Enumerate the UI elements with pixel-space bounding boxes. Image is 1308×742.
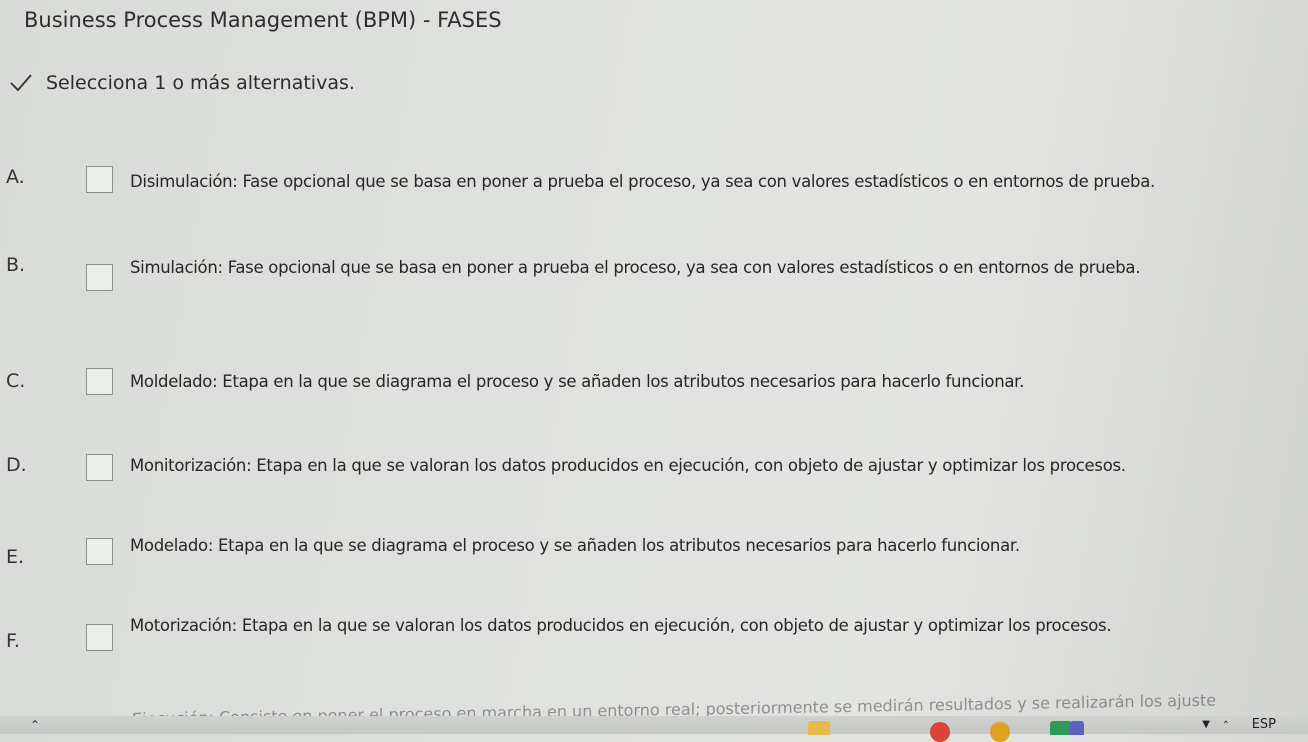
option-a: A. Disimulación: Fase opcional que se ba… bbox=[0, 160, 1308, 220]
option-letter: D. bbox=[6, 454, 27, 476]
option-e: E. Modelado: Etapa en la que se diagrama… bbox=[0, 534, 1308, 594]
option-letter: F. bbox=[6, 630, 20, 652]
option-a-checkbox[interactable] bbox=[86, 166, 113, 193]
option-b-text: Simulación: Fase opcional que se basa en… bbox=[130, 258, 1141, 277]
option-d-text: Monitorización: Etapa en la que se valor… bbox=[130, 456, 1126, 475]
option-c-text: Moldelado: Etapa en la que se diagrama e… bbox=[130, 372, 1025, 391]
option-a-text: Disimulación: Fase opcional que se basa … bbox=[130, 172, 1155, 191]
wifi-icon[interactable]: ▼ bbox=[1202, 719, 1210, 730]
option-letter: B. bbox=[6, 254, 26, 276]
chrome-icon[interactable] bbox=[930, 722, 950, 742]
checkmark-icon bbox=[8, 72, 34, 94]
option-f-checkbox[interactable] bbox=[86, 624, 113, 651]
instruction-text: Selecciona 1 o más alternativas. bbox=[46, 72, 355, 94]
app-green-icon[interactable] bbox=[1050, 721, 1072, 735]
option-letter: A. bbox=[6, 166, 25, 188]
option-c: C. Moldelado: Etapa en la que se diagram… bbox=[0, 366, 1308, 426]
file-explorer-icon[interactable] bbox=[808, 721, 830, 735]
taskbar: ⌃ ▼ ⌃ ESP bbox=[0, 716, 1308, 742]
language-indicator[interactable]: ESP bbox=[1252, 717, 1276, 732]
chevron-up-icon[interactable]: ⌃ bbox=[1222, 720, 1230, 731]
option-f-text: Motorización: Etapa en la que se valoran… bbox=[130, 616, 1112, 635]
page-title: Business Process Management (BPM) - FASE… bbox=[24, 8, 502, 32]
option-d: D. Monitorización: Etapa en la que se va… bbox=[0, 452, 1308, 512]
option-b: B. Simulación: Fase opcional que se basa… bbox=[0, 250, 1308, 310]
option-c-checkbox[interactable] bbox=[86, 368, 113, 395]
option-e-text: Modelado: Etapa en la que se diagrama el… bbox=[130, 536, 1020, 555]
instruction-row: Selecciona 1 o más alternativas. bbox=[8, 72, 355, 94]
windows-start-icon[interactable]: ⌃ bbox=[30, 718, 40, 732]
option-letter: C. bbox=[6, 370, 26, 392]
option-b-checkbox[interactable] bbox=[86, 264, 113, 291]
chrome-icon-2[interactable] bbox=[990, 722, 1010, 742]
option-e-checkbox[interactable] bbox=[86, 538, 113, 565]
option-f: F. Motorización: Etapa en la que se valo… bbox=[0, 614, 1308, 674]
option-d-checkbox[interactable] bbox=[86, 454, 113, 481]
option-letter: E. bbox=[6, 546, 25, 568]
teams-icon[interactable] bbox=[1070, 721, 1084, 735]
